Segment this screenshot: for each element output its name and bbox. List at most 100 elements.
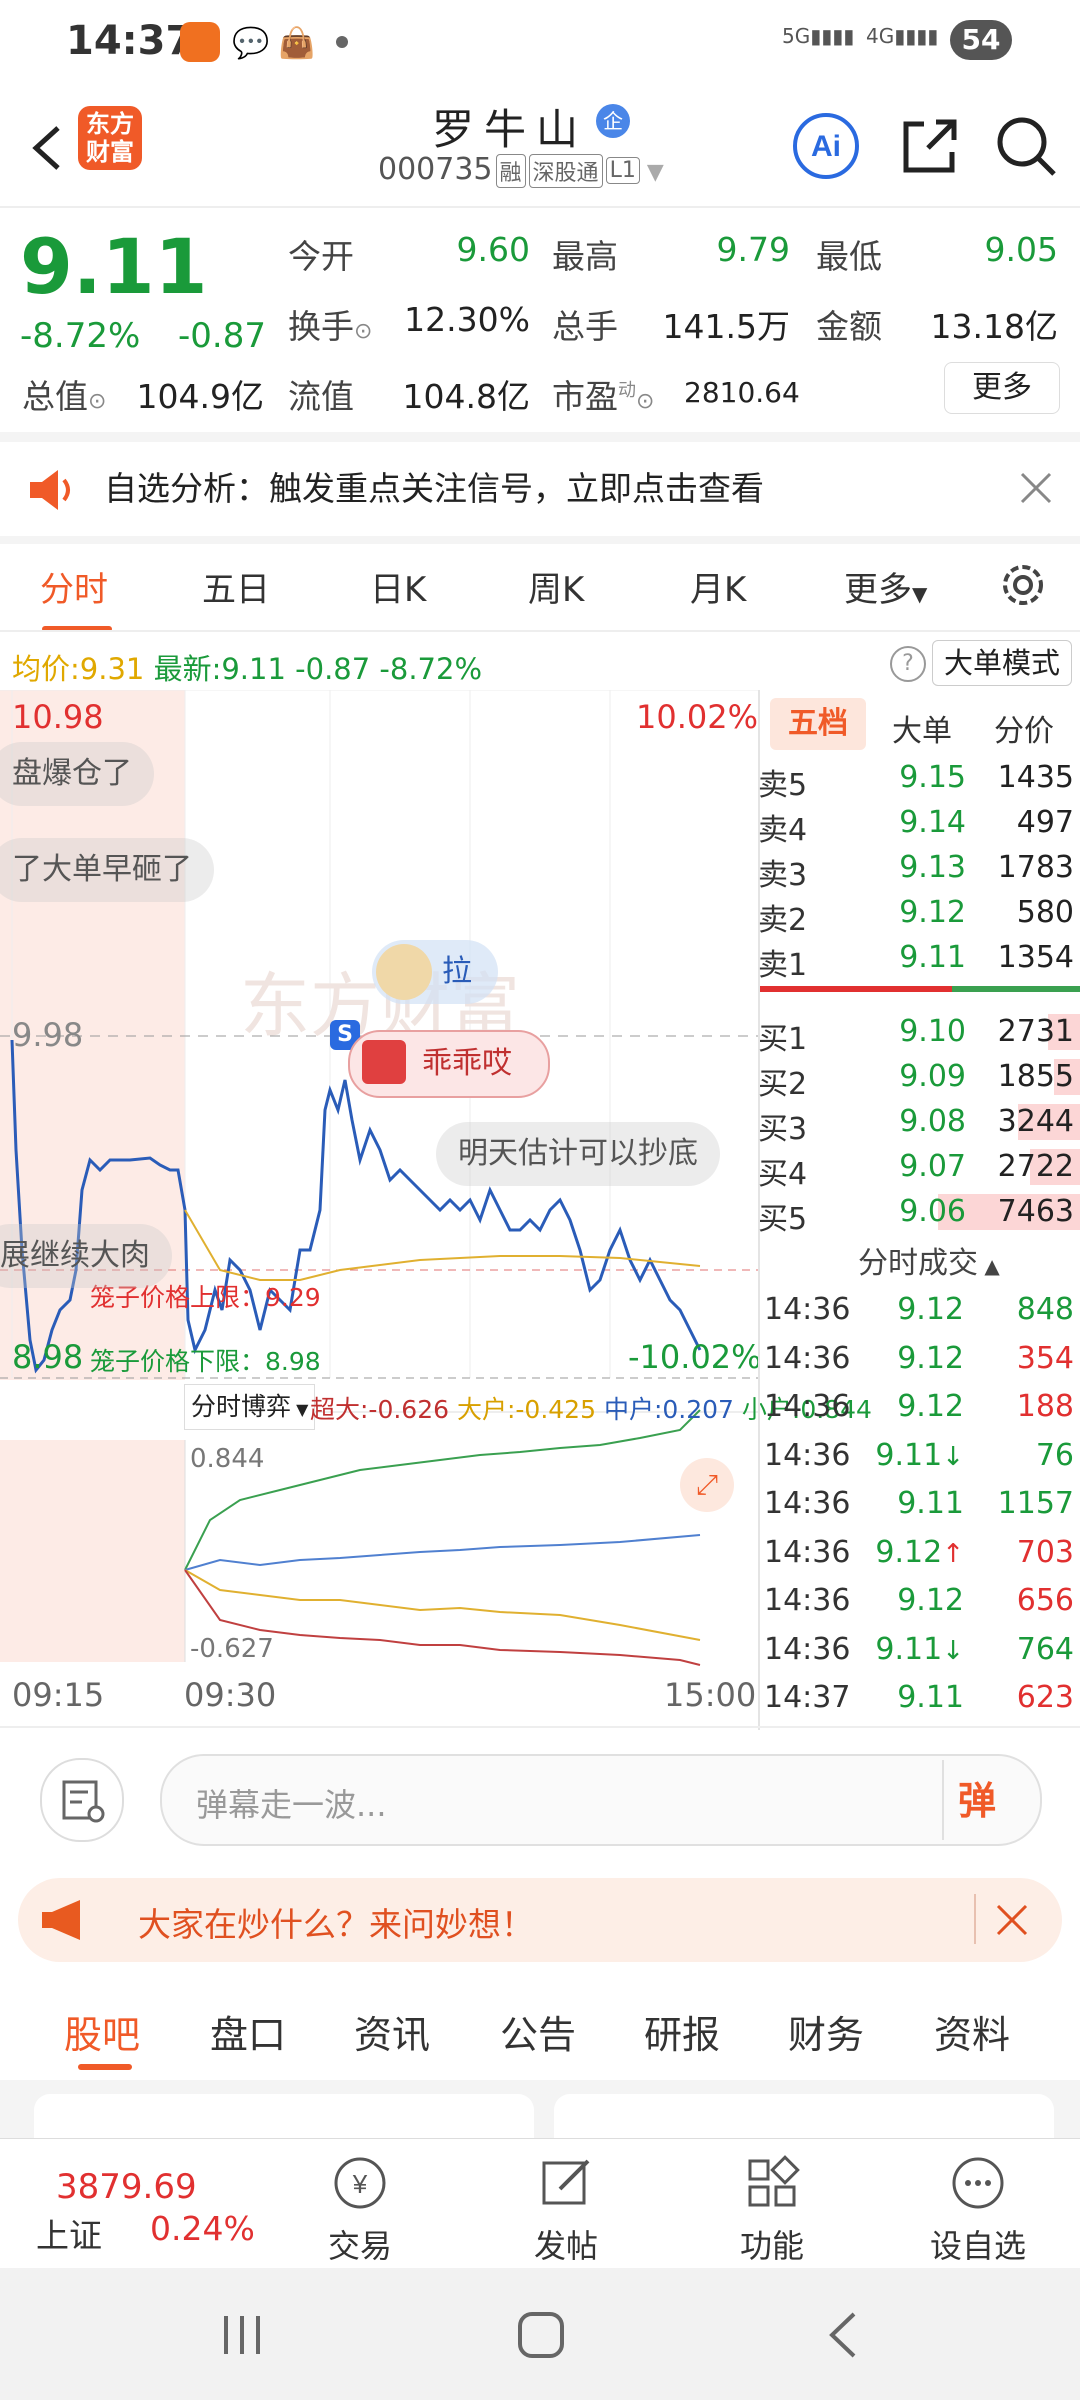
back-nav-icon[interactable] [824,2310,864,2360]
ask-row[interactable]: 卖1 9.11 1354 [758,934,1080,983]
bid-row[interactable]: 买1 9.10 2731 [758,1008,1080,1057]
danmu-bubble[interactable]: 明天估计可以抄底 [436,1122,720,1186]
function-button[interactable]: 功能 [712,2153,832,2267]
tab-profile[interactable]: 资料 [934,2004,1010,2059]
turnover-label[interactable]: 换手⊙ [288,300,372,348]
chart-info-bar: 均价:9.31 最新:9.11 -0.87 -8.72% ? 大单模式 [0,632,1080,692]
tab-forum[interactable]: 股吧 [64,2004,140,2059]
tab-intraday[interactable]: 分时 [40,562,108,611]
danmu-bubble[interactable]: 展继续大肉 [0,1224,172,1288]
danmu-bubble-gift[interactable]: 乖乖哎 [348,1030,550,1098]
more-button[interactable]: 更多 [944,362,1060,414]
send-danmu-button[interactable]: 弹 [958,1770,996,1825]
tab-five-level[interactable]: 五档 [770,698,866,750]
big-order-mode-button[interactable]: 大单模式 [932,640,1072,686]
ask-volume: 580 [1016,895,1074,930]
help-icon[interactable]: ? [890,646,926,682]
tab-monthly-k[interactable]: 月K [690,562,746,611]
tab-more[interactable]: 更多▼ [844,562,927,611]
trade-label: 交易 [327,2227,392,2265]
danmu-bubble-pull[interactable]: 拉 [372,940,498,1004]
latest-change: -0.87 [295,652,371,686]
ask-banner[interactable]: 大家在炒什么？来问妙想！ [18,1878,1062,1962]
flow-big: 大户:-0.425 [456,1395,596,1424]
ask-row[interactable]: 卖5 9.15 1435 [758,754,1080,803]
trade-button[interactable]: ¥ 交易 [300,2153,420,2267]
chevron-left-icon [32,126,60,170]
trade-volume: 623 [1016,1680,1074,1715]
index-value[interactable]: 3879.69 [56,2167,197,2207]
recent-apps-icon[interactable] [218,2312,268,2358]
intraday-chart[interactable]: 东方财富 10.98 10.02% 9.98 8.98 -10.02% 笼子价格… [0,690,872,1730]
grid-icon [748,2155,800,2207]
trade-price: 9.12 [854,1583,964,1618]
ask-row[interactable]: 卖4 9.14 497 [758,799,1080,848]
trades-title[interactable]: 分时成交 ▲ [858,1238,1000,1282]
tab-research[interactable]: 研报 [644,2004,720,2059]
stock-code-line[interactable]: 000735 融深股通 L1 ▼ [378,152,664,188]
preview-card[interactable] [34,2094,534,2140]
ask-row[interactable]: 卖2 9.12 580 [758,889,1080,938]
status-time: 14:37 [66,18,194,64]
bid-row[interactable]: 买4 9.07 2722 [758,1143,1080,1192]
low-label: 最低 [816,237,882,276]
bid-label: 买4 [758,1157,808,1192]
tab-price-dist[interactable]: 分价 [994,706,1054,750]
index-name[interactable]: 上证 [36,2209,102,2257]
notice-text: 自选分析：触发重点关注信号，立即点击查看 [104,469,764,508]
top-price-label: 10.98 [12,698,104,736]
notice-bar[interactable]: 自选分析：触发重点关注信号，立即点击查看 [0,440,1080,536]
home-icon[interactable] [516,2310,566,2360]
bottom-price-label: 8.98 [12,1338,84,1376]
enterprise-badge: 企 [596,104,630,138]
ai-button[interactable]: Ai [790,110,862,182]
index-pct[interactable]: 0.24% [150,2209,255,2248]
add-watchlist-button[interactable]: 设自选 [918,2153,1038,2267]
tab-daily-k[interactable]: 日K [370,562,426,611]
trade-volume: 188 [1016,1389,1074,1424]
preview-card[interactable] [554,2094,1054,2140]
tab-five-day[interactable]: 五日 [202,562,270,611]
search-button[interactable] [990,110,1062,182]
danmu-text: 拉 [442,954,472,989]
danmu-settings-button[interactable] [40,1758,124,1842]
bid-row[interactable]: 买5 9.06 7463 [758,1188,1080,1237]
danmu-bubble[interactable]: 了大单早砸了 [0,838,214,902]
content-preview-strip [0,2080,1080,2140]
danmu-bubble[interactable]: 盘爆仓了 [0,742,154,806]
ask-volume: 1783 [997,850,1074,885]
back-button[interactable] [20,118,80,178]
trade-price-value: 9.11 [875,1437,943,1473]
close-banner-icon[interactable] [994,1902,1030,1938]
tab-big-order[interactable]: 大单 [892,706,952,750]
tab-announcements[interactable]: 公告 [500,2004,576,2059]
caret-down-icon: ▼ [291,1400,309,1419]
bid-row[interactable]: 买2 9.09 1855 [758,1053,1080,1102]
tab-news[interactable]: 资讯 [354,2004,430,2059]
flow-bottom-label: -0.627 [190,1634,274,1664]
mcap-label[interactable]: 总值⊙ [22,370,106,418]
bid-label: 买5 [758,1202,808,1237]
expand-icon[interactable]: ⤢ [680,1458,734,1512]
flow-selector[interactable]: 分时博弈 ▼ [184,1384,316,1430]
pe-value: 2810.64 [684,376,800,409]
tab-finance[interactable]: 财务 [788,2004,864,2059]
pe-label[interactable]: 市盈动⊙ [552,370,654,418]
close-icon[interactable] [1018,470,1054,506]
banner-text: 大家在炒什么？来问妙想！ [138,1905,534,1944]
trade-row: 14:36 9.12 188 [758,1383,1080,1432]
quote-panel: 9.11 -8.72% -0.87 今开 9.60 最高 9.79 最低 9.0… [0,208,1080,432]
tab-weekly-k[interactable]: 周K [528,562,584,611]
logo-line1: 东方 [86,110,134,138]
share-button[interactable] [894,110,966,182]
bid-row[interactable]: 买3 9.08 3244 [758,1098,1080,1147]
trade-volume: 354 [1016,1340,1074,1376]
post-button[interactable]: 发帖 [506,2153,626,2267]
tab-orderbook[interactable]: 盘口 [210,2004,286,2059]
danmu-input[interactable]: 弹幕走一波... 弹 [160,1754,1042,1846]
settings-icon[interactable] [996,558,1050,612]
divider [974,1894,976,1944]
stock-code: 000735 [378,152,493,187]
ask-row[interactable]: 卖3 9.13 1783 [758,844,1080,893]
flow-super: 超大:-0.626 [310,1395,450,1424]
